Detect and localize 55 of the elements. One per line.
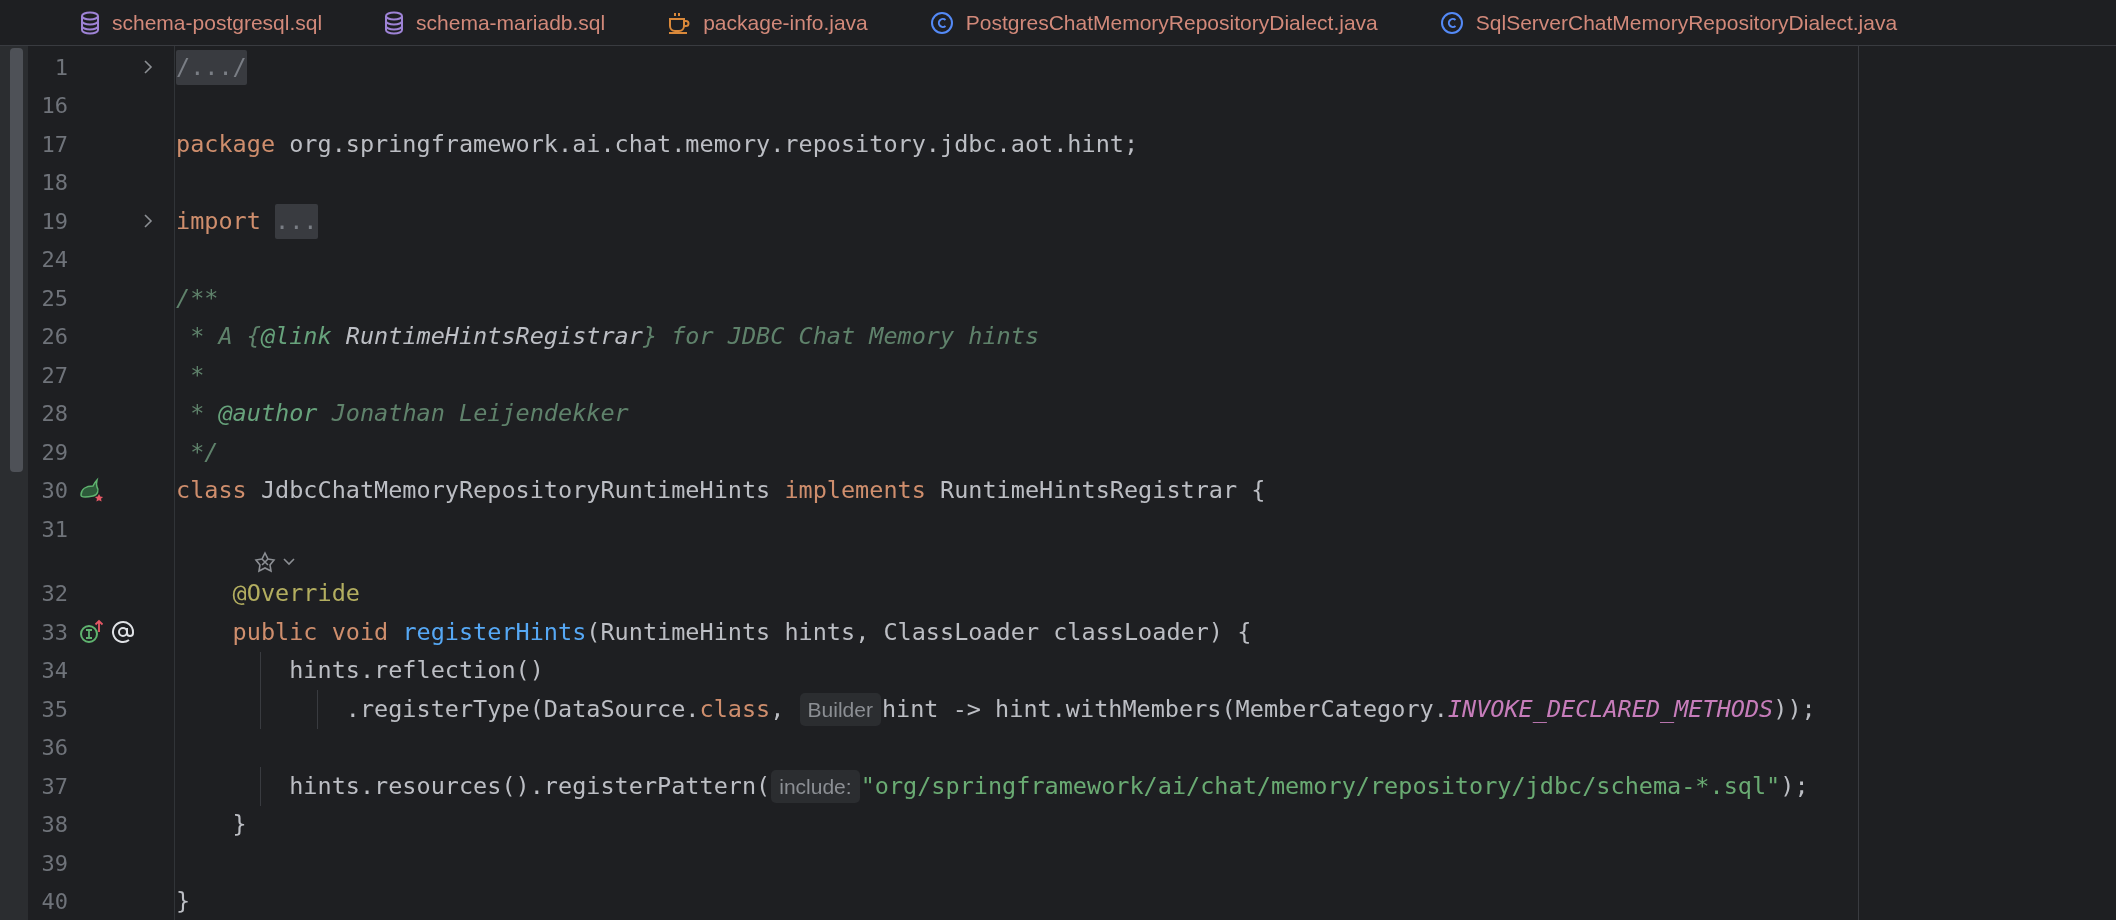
code-text: /** [176, 282, 219, 314]
file-tab[interactable]: schema-postgresql.sql [112, 6, 323, 39]
code-text: * A {@link RuntimeHintsRegistrar} for JDBC Chat Memory hints [189, 321, 1040, 353]
line-number: 33 [40, 618, 68, 647]
code-text: .registerType(DataSource.class, [344, 693, 786, 725]
line-number: 37 [40, 772, 68, 801]
line-number: 36 [40, 734, 68, 763]
code-text: } [231, 809, 247, 841]
line-number: 38 [40, 811, 68, 840]
code-text: import [176, 205, 262, 237]
class-icon [929, 10, 954, 35]
line-number: 26 [40, 323, 68, 352]
code-text: class JdbcChatMemoryRepositoryRuntimeHints implements RuntimeHintsRegistrar { [176, 475, 1266, 507]
line-number: 29 [40, 438, 68, 467]
line-number: 18 [40, 169, 68, 198]
line-number: 19 [40, 207, 68, 236]
line-number: 1 [53, 53, 68, 82]
code-text: * @author Jonathan Leijendekker [189, 398, 629, 430]
line-number: 35 [40, 695, 68, 724]
code-text: @Override [231, 578, 360, 610]
code-text: */ [189, 436, 219, 468]
line-number: 24 [40, 246, 68, 275]
file-tab[interactable]: SqlServerChatMemoryRepositoryDialect.java [1475, 6, 1898, 39]
sparkle-icon[interactable] [254, 550, 276, 573]
line-number: 34 [40, 657, 68, 686]
line-number: 17 [40, 130, 68, 159]
line-number: 30 [40, 477, 68, 506]
database-icon [384, 10, 405, 35]
line-number: 28 [40, 400, 68, 429]
line-number: 39 [40, 849, 68, 878]
line-number: 27 [40, 361, 68, 390]
parameter-hint: include: [771, 769, 860, 803]
code-text: hint -> hint.withMembers(MemberCategory.INVOKE_DECLARED_METHODS)); [881, 693, 1816, 725]
class-icon [1439, 10, 1464, 35]
line-number: 32 [40, 580, 68, 609]
database-icon [80, 10, 100, 35]
line-number: 40 [40, 888, 68, 917]
code-text: package org.springframework.ai.chat.memory.repository.jdbc.aot.hint; [176, 128, 1139, 160]
line-number: 16 [40, 92, 68, 121]
line-number: 25 [40, 284, 68, 313]
chevron-down-icon[interactable] [282, 556, 296, 567]
code-text: * [189, 359, 205, 391]
file-tab[interactable]: package-info.java [703, 6, 868, 39]
line-number: 31 [40, 515, 68, 544]
at-sign-icon[interactable] [110, 619, 136, 646]
code-text: public void registerHints(RuntimeHints hints, ClassLoader classLoader) { [231, 616, 1252, 648]
parameter-hint: Builder [799, 692, 881, 726]
code-text: "org/springframework/ai/chat/memory/repository/jdbc/schema-*.sql"); [860, 770, 1809, 802]
scrollbar-thumb[interactable] [10, 48, 23, 472]
file-tab[interactable]: schema-mariadb.sql [416, 6, 606, 39]
coffee-cup-icon [667, 10, 692, 35]
file-tab[interactable]: PostgresChatMemoryRepositoryDialect.java [965, 6, 1378, 39]
code-text: hints.reflection() [288, 655, 544, 687]
code-text: } [176, 886, 191, 918]
code-text: hints.resources().registerPattern( [288, 770, 771, 802]
